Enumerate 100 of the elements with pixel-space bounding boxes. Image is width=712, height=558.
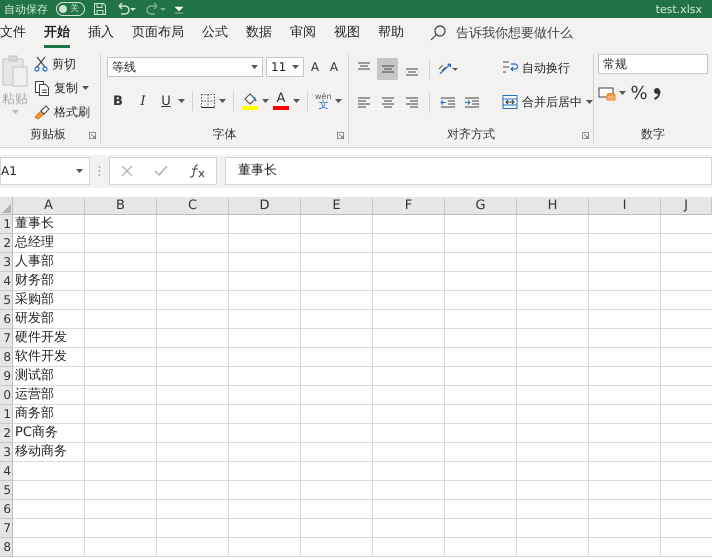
italic-button[interactable]: I (132, 91, 154, 111)
row-header[interactable]: 9 (0, 367, 13, 386)
group-label: 对齐方式 (447, 126, 495, 143)
merge-center-button[interactable]: 合并后居中 (502, 92, 593, 112)
row-header[interactable]: 5 (0, 291, 13, 310)
autosave-label: 自动保存 (4, 2, 48, 16)
row-header[interactable]: 8 (0, 538, 13, 557)
fill-color-button[interactable] (241, 92, 259, 110)
caret-icon[interactable] (251, 65, 258, 69)
ribbon-tab[interactable]: 公式 (202, 18, 228, 48)
percent-style-button[interactable]: % (629, 83, 649, 103)
name-box[interactable]: A1 (0, 156, 90, 184)
table-cell-text: 财务部 (14, 272, 55, 290)
caret-icon[interactable] (334, 99, 342, 103)
paint-bucket-icon (242, 92, 258, 104)
table-cell-text: 总经理 (14, 234, 55, 252)
caret-icon[interactable] (262, 99, 269, 103)
bold-button[interactable]: B (107, 91, 129, 111)
column-header[interactable]: E (301, 197, 373, 215)
row-header[interactable]: 2 (0, 234, 13, 253)
row-header[interactable]: 2 (0, 424, 13, 443)
caret-icon[interactable] (76, 168, 83, 172)
phonetic-guide-button[interactable]: wén 文 (315, 92, 332, 110)
row-header[interactable]: 4 (0, 272, 13, 291)
dialog-launcher-icon[interactable] (89, 132, 96, 139)
caret-icon[interactable] (293, 99, 300, 103)
column-header[interactable]: B (85, 197, 157, 215)
table-cell-text: 董事长 (14, 215, 55, 233)
fill-color-swatch (242, 106, 258, 110)
orientation-icon[interactable] (437, 61, 458, 77)
formula-input-field[interactable]: 董事长 (225, 156, 712, 184)
ribbon-tab[interactable]: 文件 (0, 18, 26, 48)
customize-caret-icon[interactable] (175, 4, 183, 14)
search-icon[interactable] (430, 25, 446, 41)
save-icon[interactable] (93, 2, 107, 16)
insert-function-icon[interactable] (189, 164, 206, 178)
copy-button[interactable]: 复制 (34, 78, 90, 98)
enter-check-icon[interactable] (154, 164, 168, 176)
number-format-dropdown[interactable]: 常规 (598, 54, 708, 74)
merge-cells-icon (502, 94, 518, 110)
row-header[interactable]: 7 (0, 329, 13, 348)
row-header[interactable]: 3 (0, 253, 13, 272)
ribbon-tab[interactable]: 帮助 (378, 18, 404, 48)
column-header[interactable]: D (229, 197, 301, 215)
format-painter-button[interactable]: 格式刷 (34, 102, 90, 122)
ribbon-tab[interactable]: 数据 (246, 18, 272, 48)
ribbon-tab[interactable]: 审阅 (290, 18, 316, 48)
group-label: 剪贴板 (30, 126, 66, 142)
row-header[interactable]: 6 (0, 500, 13, 519)
cut-button[interactable]: 剪切 (34, 54, 90, 74)
copy-icon (34, 80, 50, 96)
comma-style-icon[interactable] (652, 85, 662, 101)
ribbon-tab[interactable]: 页面布局 (132, 18, 184, 48)
caret-icon[interactable] (219, 99, 226, 103)
dialog-launcher-icon[interactable] (582, 132, 589, 139)
wrap-text-button[interactable]: 自动换行 (502, 58, 593, 78)
table-cell-text: 研发部 (14, 310, 55, 328)
decrease-font-size-button[interactable]: A (326, 57, 342, 77)
caret-icon[interactable] (586, 100, 593, 104)
row-header[interactable]: 8 (0, 348, 13, 367)
row-header[interactable]: 3 (0, 443, 13, 462)
column-header[interactable]: G (445, 197, 517, 215)
dialog-launcher-icon[interactable] (337, 132, 344, 139)
column-header[interactable]: J (661, 197, 712, 215)
column-header[interactable]: C (157, 197, 229, 215)
accounting-format-icon[interactable] (598, 85, 616, 101)
table-cell-text: 移动商务 (14, 443, 68, 461)
font-name-dropdown[interactable]: 等线 (107, 57, 263, 77)
row-header[interactable]: 1 (0, 405, 13, 424)
tell-me-search-field[interactable]: 告诉我你想要做什么 (456, 24, 573, 42)
caret-icon[interactable] (82, 86, 89, 90)
scissors-icon (34, 56, 48, 72)
underline-button[interactable]: U (157, 91, 175, 111)
row-header[interactable]: 6 (0, 310, 13, 329)
caret-icon[interactable] (292, 65, 299, 69)
caret-icon[interactable] (619, 91, 626, 95)
column-header[interactable]: A (13, 197, 85, 215)
ribbon-tab[interactable]: 插入 (88, 18, 114, 48)
font-color-swatch (273, 106, 289, 110)
font-size-dropdown[interactable]: 11 (266, 57, 304, 77)
font-color-button[interactable]: A (272, 92, 290, 110)
select-all-triangle-icon (2, 204, 11, 213)
autosave-toggle[interactable]: 关 (56, 2, 85, 16)
row-header[interactable]: 4 (0, 462, 13, 481)
row-header[interactable]: 1 (0, 215, 13, 234)
row-header[interactable]: 5 (0, 481, 13, 500)
increase-font-size-button[interactable]: A (307, 57, 323, 77)
column-header[interactable]: F (373, 197, 445, 215)
row-header[interactable]: 7 (0, 519, 13, 538)
table-cell-text: 采购部 (14, 291, 55, 309)
table-cell-text: 硬件开发 (14, 329, 68, 347)
row-header[interactable]: 0 (0, 386, 13, 405)
column-header[interactable]: H (517, 197, 589, 215)
borders-icon[interactable] (200, 93, 216, 109)
paintbrush-icon (34, 104, 50, 120)
ribbon-tab[interactable]: 视图 (334, 18, 360, 48)
column-header[interactable]: I (589, 197, 661, 215)
table-cell-text: 运营部 (14, 386, 55, 404)
file-name: test.xlsx (656, 2, 702, 16)
caret-icon[interactable] (178, 99, 185, 103)
